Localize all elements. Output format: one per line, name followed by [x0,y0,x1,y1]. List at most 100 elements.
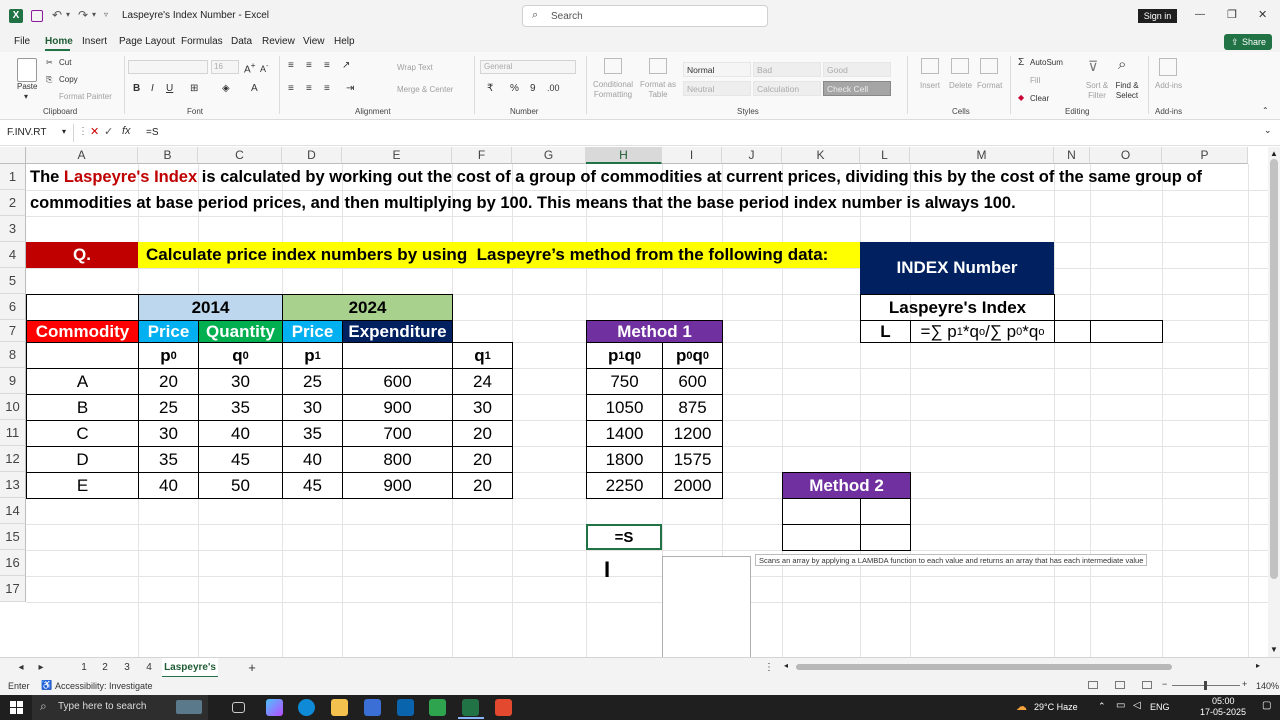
formula-options-icon[interactable]: ⋮ [78,126,88,137]
menu-review[interactable]: Review [262,36,295,47]
row-header-2[interactable]: 2 [0,190,26,216]
font-name-box[interactable] [128,60,208,74]
clock-time[interactable]: 05:00 [1212,696,1235,706]
font-size-box[interactable]: 16 [211,60,239,74]
excel-taskbar-icon[interactable] [462,699,479,716]
align-left-icon[interactable]: ≡ [288,83,294,94]
camtasia-icon[interactable] [429,699,446,716]
align-right-icon[interactable]: ≡ [324,83,330,94]
windows-start-icon[interactable] [10,701,23,714]
menu-formulas[interactable]: Formulas [181,36,223,47]
notification-icon[interactable]: ▢ [1262,700,1271,711]
edge-icon[interactable] [298,699,315,716]
row-header-9[interactable]: 9 [0,368,26,394]
collapse-ribbon-icon[interactable]: ⌃ [1262,106,1269,115]
menu-data[interactable]: Data [231,36,252,47]
clear-button[interactable]: Clear [1030,94,1049,103]
minimize-button[interactable]: — [1195,9,1205,20]
cancel-icon[interactable]: ✕ [90,125,99,138]
vertical-scroll-thumb[interactable] [1270,159,1278,579]
search-box[interactable]: ⌕ Search [522,5,768,27]
copy-button[interactable]: Copy [59,75,78,84]
bold-icon[interactable]: B [133,83,140,94]
format-as-table-icon[interactable] [649,58,667,74]
column-header-a[interactable]: A [26,147,138,164]
sheet-tab-4[interactable]: 4 [141,658,157,678]
style-bad[interactable]: Bad [753,62,821,77]
menu-page-layout[interactable]: Page Layout [119,36,175,47]
fill-button[interactable]: Fill [1030,76,1040,85]
column-header-n[interactable]: N [1054,147,1090,164]
menu-home[interactable]: Home [45,36,73,47]
accessibility-status[interactable]: Accessibility: Investigate [55,681,153,691]
clock-date[interactable]: 17-05-2025 [1200,707,1246,717]
autosum-button[interactable]: AutoSum [1030,58,1063,67]
recorder-icon[interactable] [495,699,512,716]
font-color-icon[interactable]: A [251,83,258,94]
undo-icon[interactable]: ↶ [52,8,62,22]
redo-dropdown-icon[interactable]: ▾ [92,10,96,19]
row-header-14[interactable]: 14 [0,498,26,524]
column-header-p[interactable]: P [1162,147,1248,164]
borders-icon[interactable]: ⊞ [190,83,198,94]
expand-formula-bar-icon[interactable]: ⌄ [1264,125,1272,136]
copy-icon[interactable]: ⎘ [46,75,52,85]
autosum-icon[interactable]: Σ [1018,57,1024,68]
align-middle-icon[interactable]: ≡ [306,60,312,71]
delete-cells-icon[interactable] [951,58,969,74]
task-view-icon[interactable] [232,702,245,713]
zoom-level[interactable]: 140% [1256,681,1279,691]
insert-cells-icon[interactable] [921,58,939,74]
share-button[interactable]: ⇪ Share [1224,34,1272,50]
column-header-c[interactable]: C [198,147,282,164]
sheet-tab-1[interactable]: 1 [76,658,92,678]
store-icon[interactable] [364,699,381,716]
conditional-formatting-button[interactable]: Conditional Formatting [590,80,636,100]
number-format-box[interactable]: General [480,60,576,74]
column-header-h[interactable]: H [586,147,662,164]
name-box[interactable]: F.INV.RT ▾ [2,124,74,142]
find-select-icon[interactable]: ⌕ [1118,56,1126,73]
customize-qat-icon[interactable]: ▿ [104,10,108,19]
align-top-icon[interactable]: ≡ [288,60,294,71]
format-cells-button[interactable]: Format [977,81,1002,90]
row-header-6[interactable]: 6 [0,294,26,320]
style-calculation[interactable]: Calculation [753,81,821,96]
scroll-right-icon[interactable]: ▸ [1256,661,1260,670]
zoom-out-icon[interactable]: − [1162,679,1167,689]
tab-split-icon[interactable]: ⋮ [764,658,774,678]
insert-cells-button[interactable]: Insert [920,81,940,90]
comma-icon[interactable]: 9 [530,83,536,94]
network-icon[interactable]: ▭ [1116,700,1125,711]
save-icon[interactable] [31,10,43,22]
redo-icon[interactable]: ↷ [78,8,88,22]
maximize-button[interactable]: ❐ [1227,8,1237,21]
column-header-i[interactable]: I [662,147,722,164]
file-explorer-icon[interactable] [331,699,348,716]
row-header-7[interactable]: 7 [0,320,26,342]
format-cells-icon[interactable] [980,58,998,74]
taskbar-search-box[interactable]: ⌕ Type here to search [32,695,208,720]
cut-icon[interactable]: ✂ [46,58,53,67]
normal-view-icon[interactable] [1088,681,1098,689]
weather-text[interactable]: 29°C Haze [1034,702,1078,712]
page-break-view-icon[interactable] [1142,681,1152,689]
formula-input[interactable]: =S [146,127,159,138]
style-neutral[interactable]: Neutral [683,81,751,96]
decimal-icon[interactable]: .00 [547,83,560,93]
find-select-button[interactable]: Find & Select [1112,81,1142,101]
indent-icon[interactable]: ⇥ [346,83,354,94]
close-button[interactable]: ✕ [1258,8,1267,21]
prev-sheet-icon[interactable]: ◂ [16,658,26,678]
select-all-corner[interactable] [0,147,26,164]
sheet-tab-3[interactable]: 3 [119,658,135,678]
menu-file[interactable]: File [14,36,30,47]
delete-cells-button[interactable]: Delete [949,81,972,90]
sign-in-button[interactable]: Sign in [1138,9,1177,23]
column-header-l[interactable]: L [860,147,910,164]
format-as-table-button[interactable]: Format as Table [640,80,676,100]
row-header-1[interactable]: 1 [0,164,26,190]
column-header-d[interactable]: D [282,147,342,164]
sheet-tab-laspeyre[interactable]: Laspeyre's [162,658,218,678]
shrink-font-icon[interactable]: A- [260,61,269,74]
